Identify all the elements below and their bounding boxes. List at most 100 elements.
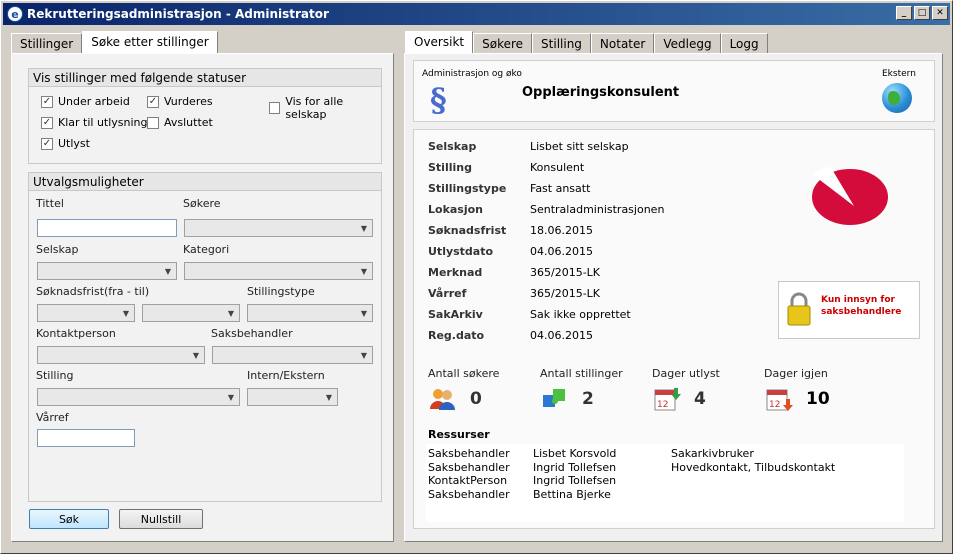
label-tittel: Tittel (36, 197, 64, 210)
paragraph-icon: § (428, 81, 452, 119)
right-panel: Administrasjon og øko § Opplæringskonsul… (404, 53, 943, 542)
resources-table: Saksbehandler Lisbet Korsvold Sakarkivbruk… (426, 444, 904, 522)
chevron-down-icon: ▼ (360, 266, 368, 276)
detail-value: Sentraladministrasjonen (530, 203, 665, 216)
tab-stilling[interactable]: Stilling (532, 33, 591, 53)
detail-value: 365/2015-LK (530, 266, 601, 279)
job-title: Opplæringskonsulent (522, 85, 680, 100)
soknadsfrist-fra-select[interactable]: ▼ (37, 304, 135, 322)
soknadsfrist-til-select[interactable]: ▼ (142, 304, 240, 322)
title-bar[interactable]: e Rekrutteringsadministrasjon - Administ… (3, 3, 950, 25)
checkbox-vurderes[interactable]: ✓ Vurderes (147, 95, 213, 108)
resource-cell: Ingrid Tollefsen (533, 474, 617, 487)
stat-label-stillinger: Antall stillinger (540, 367, 623, 380)
close-button[interactable]: ✕ (932, 6, 948, 20)
checkbox-label: Vurderes (164, 95, 213, 108)
check-icon: ✓ (41, 137, 53, 150)
detail-value: 04.06.2015 (530, 245, 593, 258)
varref-input[interactable] (37, 429, 135, 447)
kategori-select[interactable]: ▼ (184, 262, 373, 280)
label-varref: Vårref (36, 411, 69, 424)
reset-button[interactable]: Nullstill (119, 509, 203, 529)
chevron-down-icon: ▼ (164, 266, 172, 276)
checkbox-utlyst[interactable]: ✓ Utlyst (41, 137, 90, 150)
detail-key: Søknadsfrist (428, 224, 507, 237)
resource-cell: Saksbehandler (428, 447, 510, 460)
stilling-select[interactable]: ▼ (37, 388, 240, 406)
maximize-button[interactable]: □ (914, 6, 930, 20)
left-tabbar: Stillinger Søke etter stillinger (11, 31, 218, 53)
left-panel: Vis stillinger med følgende statuser ✓ Un… (11, 53, 394, 542)
tab-stillinger[interactable]: Stillinger (11, 33, 83, 53)
tittel-input[interactable] (37, 219, 177, 237)
filter-group: Utvalgsmuligheter Tittel Søkere ▼ Selska… (28, 172, 382, 502)
detail-value: Sak ikke opprettet (530, 308, 631, 321)
calendar-down-icon: 12 (766, 386, 794, 412)
resource-cell: Saksbehandler (428, 487, 510, 501)
tab-vedlegg[interactable]: Vedlegg (654, 33, 721, 53)
tab-sokere[interactable]: Søkere (473, 33, 533, 53)
detail-value: 365/2015-LK (530, 287, 601, 300)
window-title: Rekrutteringsadministrasjon - Administra… (27, 7, 329, 21)
tab-notater[interactable]: Notater (590, 33, 655, 53)
tab-logg[interactable]: Logg (720, 33, 768, 53)
checkbox-label: Under arbeid (58, 95, 130, 108)
resources-title: Ressurser (428, 428, 490, 441)
minimize-button[interactable]: _ (896, 6, 912, 20)
resource-cell: Bettina Bjerke (533, 487, 611, 501)
selskap-select[interactable]: ▼ (37, 262, 177, 280)
check-icon: ✓ (147, 95, 159, 108)
detail-value: Fast ansatt (530, 182, 591, 195)
sokere-select[interactable]: ▼ (184, 219, 373, 237)
globe-icon (882, 83, 912, 113)
intern-ekstern-select[interactable]: ▼ (247, 388, 338, 406)
kontaktperson-select[interactable]: ▼ (37, 346, 205, 364)
svg-text:§: § (430, 83, 447, 115)
detail-key: Reg.dato (428, 329, 485, 342)
padlock-icon (787, 292, 811, 326)
resource-cell: Hovedkontakt, Tilbudskontakt (671, 460, 836, 474)
label-kontaktperson: Kontaktperson (36, 327, 116, 340)
resource-cell: Ingrid Tollefsen (533, 460, 617, 474)
checkbox-avsluttet[interactable]: Avsluttet (147, 116, 213, 129)
stat-label-sokere: Antall søkere (428, 367, 500, 380)
checkbox-label: Avsluttet (164, 116, 213, 129)
chevron-down-icon: ▼ (360, 308, 368, 318)
app-window: e Rekrutteringsadministrasjon - Administ… (0, 0, 953, 554)
chevron-down-icon: ▼ (360, 223, 368, 233)
stat-value-stillinger: 2 (582, 389, 594, 409)
tab-oversikt[interactable]: Oversikt (405, 31, 474, 53)
saksbehandler-select[interactable]: ▼ (212, 346, 373, 364)
right-tabbar: Oversikt Søkere Stilling Notater Vedlegg… (405, 31, 768, 53)
checkbox-klar-til-utlysning[interactable]: ✓ Klar til utlysning (41, 116, 148, 129)
chevron-down-icon: ▼ (227, 308, 235, 318)
stillingstype-select[interactable]: ▼ (247, 304, 373, 322)
chevron-down-icon: ▼ (325, 392, 333, 402)
restricted-access-box: Kun innsyn for saksbehandlere (778, 281, 920, 339)
filter-group-title: Utvalgsmuligheter (29, 173, 381, 191)
stat-value-dager-utlyst: 4 (694, 389, 706, 409)
status-group: Vis stillinger med følgende statuser ✓ Un… (28, 68, 382, 164)
tab-sok-etter-stillinger[interactable]: Søke etter stillinger (82, 31, 218, 53)
details-card: Selskap Lisbet sitt selskap Stilling Konsul… (413, 129, 935, 529)
company-logo (810, 166, 890, 228)
svg-text:12: 12 (769, 400, 780, 410)
label-stilling: Stilling (36, 369, 74, 382)
checkbox-under-arbeid[interactable]: ✓ Under arbeid (41, 95, 130, 108)
checkbox-label: Utlyst (58, 137, 90, 150)
label-kategori: Kategori (183, 243, 230, 256)
checkbox-vis-for-alle-selskap[interactable]: Vis for alle selskap (269, 95, 381, 121)
detail-key: SakArkiv (428, 308, 483, 321)
detail-key: Merknad (428, 266, 483, 279)
job-header-card: Administrasjon og øko § Opplæringskonsul… (413, 60, 935, 122)
search-button[interactable]: Søk (29, 509, 109, 529)
chevron-down-icon: ▼ (360, 350, 368, 360)
resource-cell: Sakarkivbruker (671, 447, 754, 460)
detail-value: 04.06.2015 (530, 329, 593, 342)
detail-key: Lokasjon (428, 203, 484, 216)
detail-value: 18.06.2015 (530, 224, 593, 237)
stat-value-sokere: 0 (470, 389, 482, 409)
status-group-title: Vis stillinger med følgende statuser (29, 69, 381, 87)
category-label: Administrasjon og øko (422, 69, 522, 79)
stat-label-dager-utlyst: Dager utlyst (652, 367, 720, 380)
